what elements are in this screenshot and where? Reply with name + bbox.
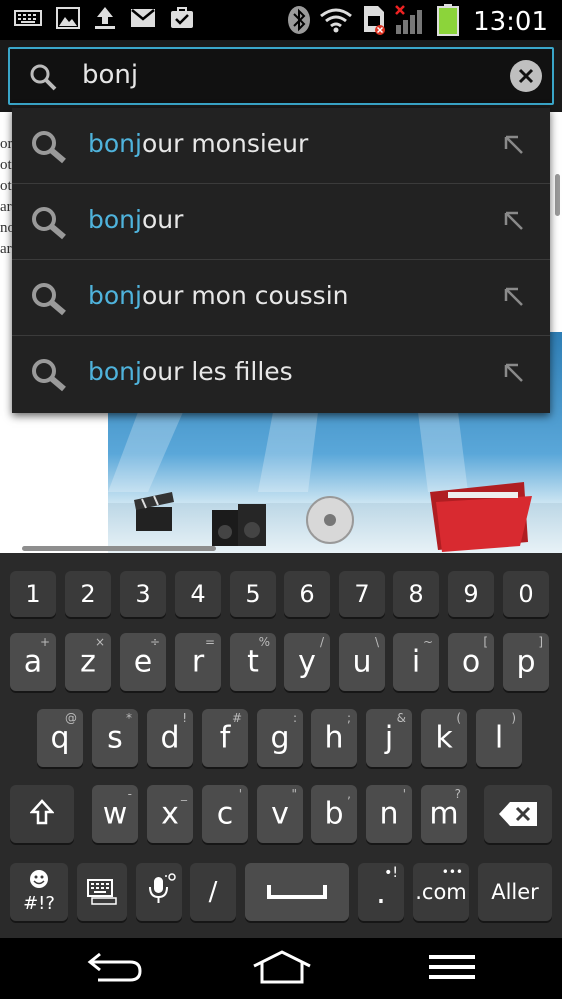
key-6[interactable]: 6: [284, 571, 330, 617]
key-r[interactable]: = r: [175, 633, 221, 691]
key-w[interactable]: -w: [92, 785, 138, 843]
key-u[interactable]: \ u: [339, 633, 385, 691]
sim-error-icon: [361, 5, 387, 39]
backspace-icon: [499, 802, 537, 826]
key-d[interactable]: ! d: [147, 709, 193, 767]
screen: 13:01 bonj or ot ot ar no ar bonjour mon…: [0, 0, 562, 999]
keyboard-icon: [14, 8, 42, 32]
key-a[interactable]: + a: [10, 633, 56, 691]
key-b[interactable]: ,b: [311, 785, 357, 843]
back-button[interactable]: [86, 950, 144, 988]
go-key[interactable]: Aller: [478, 863, 552, 921]
suggestion-item[interactable]: bonjour: [12, 184, 550, 260]
key-7[interactable]: 7: [339, 571, 385, 617]
key-e[interactable]: ÷ e: [120, 633, 166, 691]
home-button[interactable]: [252, 950, 312, 990]
disc-icon: [306, 496, 354, 544]
key-g[interactable]: :g: [257, 709, 303, 767]
microphone-icon: [149, 873, 176, 903]
suggestion-item[interactable]: bonjour les filles: [12, 336, 550, 412]
key-y[interactable]: / y: [284, 633, 330, 691]
status-bar: 13:01: [0, 0, 562, 40]
fill-query-arrow-icon[interactable]: [502, 209, 526, 237]
key-o[interactable]: [o: [448, 633, 494, 691]
key-2[interactable]: 2: [65, 571, 111, 617]
search-bar: bonj: [0, 40, 562, 112]
soft-keyboard: 1 2 3 4 5 6 7 8 9 0 + a × z ÷ e = r % t / y \ u…: [0, 553, 562, 938]
suggestion-item[interactable]: bonjour monsieur: [12, 108, 550, 184]
fill-query-arrow-icon[interactable]: [502, 361, 526, 389]
key-m[interactable]: ? m: [421, 785, 467, 843]
close-icon: [518, 68, 534, 84]
voice-input-key[interactable]: [136, 863, 182, 921]
speakers-icon: [212, 504, 266, 546]
shift-icon: [30, 799, 54, 825]
clear-search-button[interactable]: [510, 60, 542, 92]
key-f[interactable]: # f: [202, 709, 248, 767]
folder-icon: [430, 482, 532, 552]
key-k[interactable]: (k: [421, 709, 467, 767]
search-icon: [28, 62, 58, 96]
signal-icon: [395, 5, 429, 39]
symbols-key[interactable]: #!?: [10, 863, 68, 921]
search-icon: [30, 206, 70, 244]
key-t[interactable]: % t: [230, 633, 276, 691]
vertical-scrollbar[interactable]: [555, 174, 560, 216]
shift-key[interactable]: [10, 785, 74, 843]
key-l[interactable]: ) l: [476, 709, 522, 767]
task-icon: [170, 7, 194, 33]
emoji-icon: [30, 870, 48, 888]
gmail-icon: [130, 8, 156, 32]
keyboard-settings-key[interactable]: [77, 863, 127, 921]
key-q[interactable]: @ q: [37, 709, 83, 767]
key-9[interactable]: 9: [448, 571, 494, 617]
key-1[interactable]: 1: [10, 571, 56, 617]
key-dotcom[interactable]: ••• .com: [413, 863, 469, 921]
key-period[interactable]: •!.: [358, 863, 404, 921]
search-icon: [30, 282, 70, 320]
key-p[interactable]: ] p: [503, 633, 549, 691]
clapperboard-icon: [134, 492, 174, 531]
search-icon: [30, 130, 70, 168]
horizontal-scrollbar[interactable]: [22, 546, 216, 551]
key-4[interactable]: 4: [175, 571, 221, 617]
wifi-icon: [319, 7, 353, 37]
key-x[interactable]: _ x: [147, 785, 193, 843]
search-suggestions: bonjour monsieur bonjour bonjour mon cou…: [12, 108, 550, 413]
home-icon: [253, 950, 311, 984]
space-key[interactable]: [245, 863, 349, 921]
key-z[interactable]: × z: [65, 633, 111, 691]
search-input[interactable]: bonj: [8, 47, 554, 105]
back-icon: [87, 952, 142, 982]
key-i[interactable]: ~ i: [393, 633, 439, 691]
search-query[interactable]: bonj: [82, 60, 138, 90]
fill-query-arrow-icon[interactable]: [502, 133, 526, 161]
image-icon: [56, 7, 80, 33]
key-c[interactable]: ' c: [202, 785, 248, 843]
menu-icon: [429, 955, 475, 979]
key-j[interactable]: & j: [366, 709, 412, 767]
key-slash[interactable]: /: [190, 863, 236, 921]
key-n[interactable]: ' n: [366, 785, 412, 843]
fill-query-arrow-icon[interactable]: [502, 285, 526, 313]
clock: 13:01: [473, 7, 548, 37]
keyboard-icon: [87, 879, 117, 905]
key-3[interactable]: 3: [120, 571, 166, 617]
menu-button[interactable]: [428, 950, 476, 988]
suggestion-item[interactable]: bonjour mon coussin: [12, 260, 550, 336]
upload-icon: [94, 6, 116, 34]
search-icon: [30, 358, 70, 396]
key-0[interactable]: 0: [503, 571, 549, 617]
key-h[interactable]: ; h: [311, 709, 357, 767]
space-icon: [267, 885, 327, 899]
key-8[interactable]: 8: [393, 571, 439, 617]
key-v[interactable]: " v: [257, 785, 303, 843]
backspace-key[interactable]: [484, 785, 552, 843]
key-5[interactable]: 5: [230, 571, 276, 617]
bluetooth-icon: [287, 5, 311, 39]
key-s[interactable]: * s: [92, 709, 138, 767]
battery-icon: [437, 4, 460, 40]
navigation-bar: [0, 938, 562, 999]
